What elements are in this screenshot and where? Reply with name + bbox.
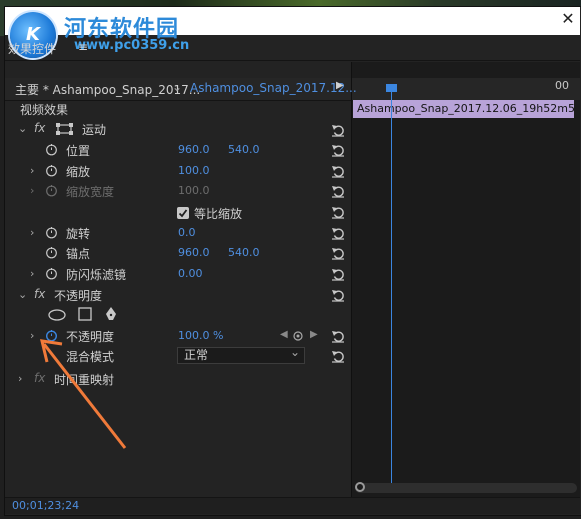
add-keyframe-icon[interactable] — [293, 331, 303, 341]
anchor-label: 锚点 — [66, 247, 91, 261]
expand-arrow-icon: › — [30, 184, 35, 197]
pen-mask-icon[interactable] — [104, 306, 118, 322]
zoom-handle[interactable] — [355, 482, 365, 492]
playhead-line — [391, 90, 392, 484]
stopwatch-icon[interactable] — [45, 164, 58, 177]
timeline-clip[interactable]: Ashampoo_Snap_2017.12.06_19h52m52s_00 — [353, 100, 574, 118]
ellipse-mask-icon[interactable] — [48, 309, 66, 321]
chevron-down-icon[interactable]: ⌄ — [172, 80, 182, 94]
reset-icon[interactable] — [331, 288, 345, 302]
stopwatch-icon[interactable] — [45, 143, 58, 156]
annotation-arrow — [40, 339, 127, 449]
anti-flicker-label: 防闪烁滤镜 — [66, 268, 127, 282]
scale-value[interactable]: 100.0 — [178, 164, 210, 177]
expand-arrow-icon[interactable]: › — [30, 267, 34, 280]
stopwatch-icon[interactable] — [45, 246, 58, 259]
current-timecode[interactable]: 00;01;23;24 — [12, 499, 79, 512]
playhead[interactable] — [386, 84, 397, 92]
tab-divider — [5, 60, 580, 61]
scale-label: 缩放 — [66, 165, 91, 179]
position-label: 位置 — [66, 144, 91, 158]
close-icon[interactable]: ✕ — [560, 9, 576, 29]
stopwatch-icon[interactable] — [45, 267, 58, 280]
reset-icon[interactable] — [331, 205, 345, 219]
rectangle-mask-icon[interactable] — [78, 307, 92, 321]
reset-icon[interactable] — [331, 349, 345, 363]
prev-keyframe-icon[interactable]: ◀ — [280, 329, 288, 340]
stopwatch-icon — [46, 185, 57, 197]
reset-icon[interactable] — [331, 226, 345, 240]
position-x-value[interactable]: 960.0 — [178, 143, 210, 156]
reset-icon[interactable] — [331, 164, 345, 178]
watermark-url: www.pc0359.cn — [74, 38, 190, 53]
blend-mode-value: 正常 — [184, 348, 209, 362]
expand-arrow-icon[interactable]: › — [30, 164, 34, 177]
sequence-clip-label[interactable]: Ashampoo_Snap_2017.12... — [190, 81, 357, 95]
transform-icon[interactable] — [56, 123, 74, 135]
section-video-effects: 视频效果 — [20, 103, 69, 117]
chevron-down-icon[interactable]: ⌄ — [18, 288, 27, 301]
reset-icon[interactable] — [331, 123, 345, 137]
chevron-down-icon[interactable]: ⌄ — [18, 122, 27, 135]
reset-icon[interactable] — [331, 329, 345, 343]
opacity-section-label: 不透明度 — [54, 289, 103, 303]
ruler-label: 00 — [555, 79, 569, 92]
scale-width-label: 缩放宽度 — [66, 185, 115, 199]
uniform-scale-checkbox[interactable] — [177, 207, 189, 219]
anchor-y-value[interactable]: 540.0 — [228, 246, 260, 259]
next-keyframe-icon[interactable]: ▶ — [310, 329, 318, 340]
anti-flicker-value[interactable]: 0.00 — [178, 267, 203, 280]
expand-arrow-icon[interactable]: › — [18, 372, 22, 385]
reset-icon[interactable] — [331, 267, 345, 281]
play-icon[interactable]: ▶ — [336, 80, 344, 91]
chevron-down-icon: ⌄ — [290, 345, 301, 359]
reset-icon[interactable] — [331, 246, 345, 260]
checkmark-icon — [178, 209, 188, 218]
reset-icon[interactable] — [331, 143, 345, 157]
timeline-scrollbar[interactable] — [355, 483, 577, 493]
fx-icon[interactable]: fx — [34, 121, 45, 135]
motion-label: 运动 — [82, 123, 107, 137]
rotation-value[interactable]: 0.0 — [178, 226, 196, 239]
uniform-scale-label: 等比缩放 — [194, 207, 243, 221]
scale-width-value: 100.0 — [178, 184, 210, 197]
panel-menu-icon[interactable]: ≡ — [78, 40, 88, 54]
fx-icon[interactable]: fx — [34, 287, 45, 301]
expand-arrow-icon[interactable]: › — [30, 226, 34, 239]
stopwatch-icon[interactable] — [45, 226, 58, 239]
rotation-label: 旋转 — [66, 227, 91, 241]
opacity-value[interactable]: 100.0 % — [178, 329, 223, 342]
status-bar — [5, 497, 580, 514]
anchor-x-value[interactable]: 960.0 — [178, 246, 210, 259]
timeline-area[interactable] — [352, 62, 580, 498]
tab-effect-controls[interactable]: 效果控件 — [8, 40, 56, 57]
reset-icon[interactable] — [331, 184, 345, 198]
panel-splitter[interactable] — [351, 62, 352, 498]
blend-mode-dropdown[interactable]: 正常 ⌄ — [177, 345, 305, 364]
position-y-value[interactable]: 540.0 — [228, 143, 260, 156]
